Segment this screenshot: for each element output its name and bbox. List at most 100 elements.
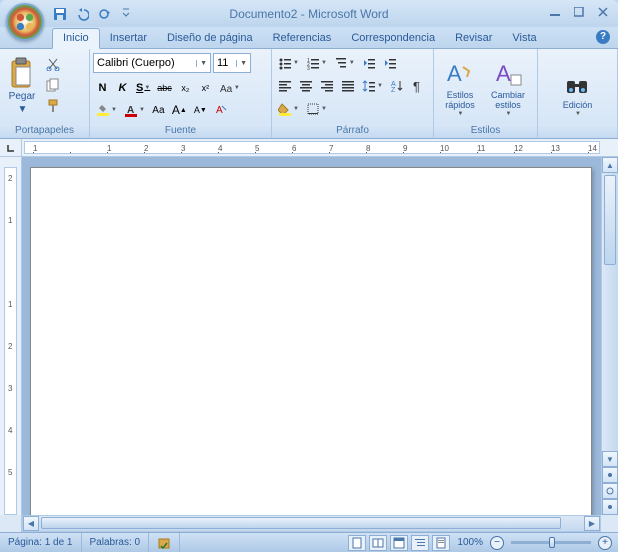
find-button[interactable]: Edición▼: [557, 51, 599, 117]
align-right-icon: [320, 79, 334, 93]
maximize-button[interactable]: [570, 4, 588, 20]
word-count[interactable]: Palabras: 0: [82, 533, 150, 552]
undo-icon: [75, 7, 89, 21]
underline-button[interactable]: S▼: [133, 78, 153, 98]
tab-revisar[interactable]: Revisar: [445, 29, 502, 48]
font-size-combo[interactable]: 11▼: [213, 53, 251, 73]
copy-button[interactable]: [43, 76, 63, 94]
zoom-level[interactable]: 100%: [457, 537, 483, 548]
page[interactable]: [30, 167, 592, 515]
vertical-ruler-container: 2112345: [0, 157, 22, 515]
scroll-left-button[interactable]: ◀: [23, 516, 39, 531]
horizontal-ruler[interactable]: 11234567891011121314: [24, 141, 600, 154]
justify-button[interactable]: [338, 76, 358, 96]
vertical-scrollbar[interactable]: ▲ ▼: [601, 157, 618, 515]
multilevel-icon: [334, 56, 348, 70]
prev-page-button[interactable]: [602, 467, 618, 483]
highlight-icon: [96, 103, 110, 117]
office-button[interactable]: [6, 3, 44, 41]
next-page-button[interactable]: [602, 499, 618, 515]
page-indicator[interactable]: Página: 1 de 1: [0, 533, 82, 552]
vertical-ruler[interactable]: 2112345: [4, 167, 17, 515]
brush-icon: [46, 99, 60, 113]
hscroll-thumb[interactable]: [41, 517, 561, 529]
bullets-button[interactable]: ▼: [275, 53, 302, 73]
scroll-right-button[interactable]: ▶: [584, 516, 600, 531]
zoom-thumb[interactable]: [549, 537, 555, 548]
tab-insertar[interactable]: Insertar: [100, 29, 157, 48]
superscript-button[interactable]: x²: [196, 78, 215, 98]
quick-styles-button[interactable]: A Estilos rápidos▼: [437, 51, 483, 117]
numbering-button[interactable]: 123▼: [303, 53, 330, 73]
group-editing: Edición▼: [538, 49, 618, 138]
shading-button[interactable]: ▼: [275, 99, 302, 119]
clear-formatting-button[interactable]: A: [211, 100, 231, 120]
strikethrough-button[interactable]: abc: [154, 78, 175, 98]
line-spacing-button[interactable]: ▼: [359, 76, 386, 96]
minimize-button[interactable]: [546, 4, 564, 20]
horizontal-scrollbar[interactable]: ◀ ▶: [22, 515, 601, 532]
hscroll-row: ◀ ▶: [0, 515, 618, 532]
increase-indent-button[interactable]: [380, 53, 400, 73]
show-marks-button[interactable]: ¶: [408, 76, 428, 96]
tab-diseno[interactable]: Diseño de página: [157, 29, 263, 48]
align-left-button[interactable]: [275, 76, 295, 96]
window-controls: [546, 4, 612, 20]
scroll-thumb[interactable]: [604, 175, 616, 265]
decrease-indent-button[interactable]: [359, 53, 379, 73]
highlight-button[interactable]: ▼: [93, 100, 120, 120]
copy-icon: [46, 78, 60, 92]
save-button[interactable]: [50, 4, 70, 24]
help-button[interactable]: ?: [596, 30, 610, 44]
font-name-combo[interactable]: Calibri (Cuerpo)▼: [93, 53, 211, 73]
full-screen-view[interactable]: [369, 535, 387, 551]
zoom-in-button[interactable]: +: [598, 536, 612, 550]
sort-button[interactable]: AZ: [387, 76, 407, 96]
subscript-button[interactable]: x₂: [176, 78, 195, 98]
document-viewport[interactable]: [22, 157, 601, 515]
tab-selector[interactable]: [0, 139, 22, 156]
bold-button[interactable]: N: [93, 78, 112, 98]
zoom-slider[interactable]: [511, 541, 591, 544]
tab-referencias[interactable]: Referencias: [263, 29, 342, 48]
close-button[interactable]: [594, 4, 612, 20]
outline-view[interactable]: [411, 535, 429, 551]
draft-view[interactable]: [432, 535, 450, 551]
shrink-font-button[interactable]: A▼: [191, 100, 210, 120]
change-case-button[interactable]: Aa▼: [216, 78, 243, 98]
group-label: Párrafo: [272, 124, 433, 138]
justify-icon: [341, 79, 355, 93]
format-painter-button[interactable]: [43, 97, 63, 115]
multilevel-button[interactable]: ▼: [331, 53, 358, 73]
redo-button[interactable]: [94, 4, 114, 24]
italic-button[interactable]: K: [113, 78, 132, 98]
svg-text:Aa: Aa: [220, 84, 233, 95]
align-center-button[interactable]: [296, 76, 316, 96]
change-case-menu[interactable]: Aa: [149, 100, 168, 120]
doc-name: Documento2: [229, 7, 297, 21]
proofing-button[interactable]: [149, 533, 180, 552]
web-icon: [393, 537, 405, 549]
browse-object-button[interactable]: [602, 483, 618, 499]
line-spacing-icon: [362, 79, 376, 93]
font-color-button[interactable]: A▼: [121, 100, 148, 120]
tab-vista[interactable]: Vista: [502, 29, 546, 48]
tab-correspondencia[interactable]: Correspondencia: [341, 29, 445, 48]
scroll-up-button[interactable]: ▲: [602, 157, 618, 173]
print-layout-view[interactable]: [348, 535, 366, 551]
grow-font-button[interactable]: A▲: [169, 100, 190, 120]
scroll-down-button[interactable]: ▼: [602, 451, 618, 467]
zoom-out-button[interactable]: −: [490, 536, 504, 550]
save-icon: [53, 7, 67, 21]
cut-button[interactable]: [43, 55, 63, 73]
change-styles-button[interactable]: A Cambiar estilos▼: [485, 51, 531, 117]
web-layout-view[interactable]: [390, 535, 408, 551]
align-right-button[interactable]: [317, 76, 337, 96]
status-bar: Página: 1 de 1 Palabras: 0 100% − +: [0, 532, 618, 552]
undo-button[interactable]: [72, 4, 92, 24]
svg-text:¶: ¶: [413, 79, 420, 93]
borders-button[interactable]: ▼: [303, 99, 330, 119]
qat-customize[interactable]: [116, 4, 136, 24]
tab-inicio[interactable]: Inicio: [52, 28, 100, 49]
paste-button[interactable]: Pegar ▼: [3, 51, 41, 117]
